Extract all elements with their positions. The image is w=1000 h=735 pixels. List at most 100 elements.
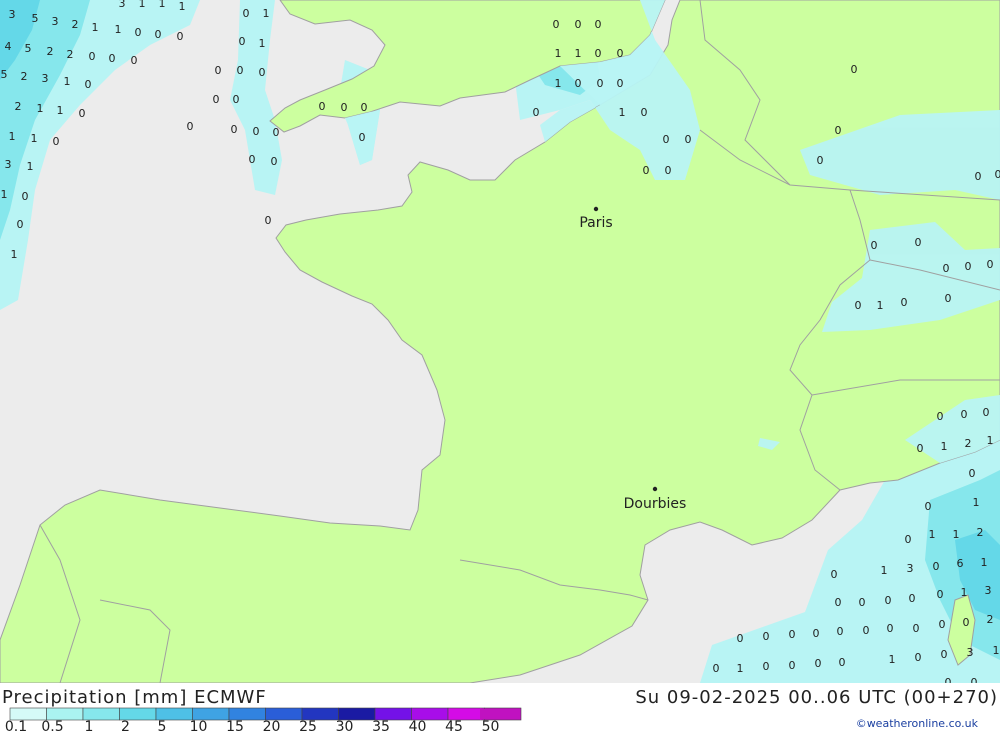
svg-text:6: 6 [957,557,964,570]
svg-text:1: 1 [929,528,936,541]
svg-text:0: 0 [943,262,950,275]
svg-text:1: 1 [9,130,16,143]
svg-text:2: 2 [987,613,994,626]
svg-text:0: 0 [871,239,878,252]
svg-text:1: 1 [259,37,266,50]
svg-text:0: 0 [987,258,994,271]
svg-text:0: 0 [533,106,540,119]
svg-text:1: 1 [973,496,980,509]
svg-text:0: 0 [259,66,266,79]
svg-text:0: 0 [361,101,368,114]
svg-text:0: 0 [177,30,184,43]
svg-text:2: 2 [21,70,28,83]
svg-text:1: 1 [575,47,582,60]
svg-text:0: 0 [575,18,582,31]
svg-text:0: 0 [835,596,842,609]
svg-text:1: 1 [27,160,34,173]
svg-text:0: 0 [215,64,222,77]
svg-text:0: 0 [901,296,908,309]
svg-text:1: 1 [92,21,99,34]
svg-text:2: 2 [67,48,74,61]
svg-text:0: 0 [575,77,582,90]
svg-text:1: 1 [877,299,884,312]
forecast-datetime: Su 09-02-2025 00..06 UTC (00+270) [635,687,998,708]
svg-text:0: 0 [863,624,870,637]
svg-text:3: 3 [9,8,16,21]
svg-text:2: 2 [965,437,972,450]
precipitation-map: 353211000 4522000 52310 2110 110 31 10 0… [0,0,1000,683]
svg-text:0: 0 [939,618,946,631]
svg-text:1: 1 [159,0,166,10]
svg-text:3: 3 [42,72,49,85]
svg-text:1: 1 [555,47,562,60]
svg-text:0: 0 [925,500,932,513]
svg-text:1: 1 [139,0,146,10]
svg-text:1: 1 [881,564,888,577]
svg-text:3: 3 [967,646,974,659]
svg-text:0: 0 [915,651,922,664]
svg-text:5: 5 [32,12,39,25]
svg-text:0: 0 [271,155,278,168]
svg-text:1: 1 [57,104,64,117]
svg-text:0: 0 [763,660,770,673]
svg-text:0: 0 [713,662,720,675]
svg-text:0: 0 [231,123,238,136]
city-label: Paris [579,215,612,231]
svg-text:0: 0 [595,18,602,31]
svg-text:1: 1 [619,106,626,119]
svg-text:0: 0 [817,154,824,167]
svg-text:0: 0 [789,628,796,641]
svg-text:0: 0 [617,47,624,60]
svg-text:5: 5 [1,68,8,81]
svg-text:1: 1 [981,556,988,569]
svg-text:0: 0 [763,630,770,643]
legend-footer: Precipitation [mm] ECMWF Su 09-02-2025 0… [0,683,1000,733]
credit-link[interactable]: ©weatheronline.co.uk [856,717,978,730]
svg-text:1: 1 [37,102,44,115]
svg-text:0: 0 [837,625,844,638]
svg-text:1: 1 [64,75,71,88]
svg-text:0: 0 [85,78,92,91]
svg-text:5: 5 [25,42,32,55]
svg-text:0: 0 [937,410,944,423]
svg-text:0: 0 [945,676,952,683]
svg-text:0: 0 [983,406,990,419]
svg-text:0: 0 [851,63,858,76]
svg-text:1: 1 [961,586,968,599]
svg-text:0: 0 [155,28,162,41]
svg-text:1: 1 [941,440,948,453]
svg-text:1: 1 [31,132,38,145]
svg-text:1: 1 [11,248,18,261]
svg-text:0: 0 [187,120,194,133]
svg-text:0: 0 [909,592,916,605]
svg-text:0: 0 [971,676,978,683]
svg-text:2: 2 [15,100,22,113]
svg-text:0: 0 [965,260,972,273]
svg-text:0: 0 [243,7,250,20]
svg-text:0: 0 [22,190,29,203]
svg-text:0: 0 [859,596,866,609]
svg-text:0: 0 [685,133,692,146]
svg-text:0: 0 [885,594,892,607]
svg-text:0: 0 [737,632,744,645]
svg-text:2: 2 [47,45,54,58]
svg-text:0: 0 [135,26,142,39]
svg-text:0: 0 [643,164,650,177]
svg-text:0: 0 [855,299,862,312]
svg-text:0: 0 [663,133,670,146]
svg-text:0: 0 [265,214,272,227]
svg-text:1: 1 [179,0,186,13]
svg-text:0: 0 [913,622,920,635]
svg-text:0: 0 [359,131,366,144]
svg-text:3: 3 [52,15,59,28]
svg-text:1: 1 [987,434,994,447]
svg-text:0: 0 [109,52,116,65]
svg-text:0: 0 [941,648,948,661]
svg-text:1: 1 [1,188,8,201]
svg-text:0: 0 [553,18,560,31]
city-marker [653,487,657,491]
svg-text:0: 0 [79,107,86,120]
svg-text:0: 0 [905,533,912,546]
svg-text:1: 1 [953,528,960,541]
svg-text:0: 0 [917,442,924,455]
